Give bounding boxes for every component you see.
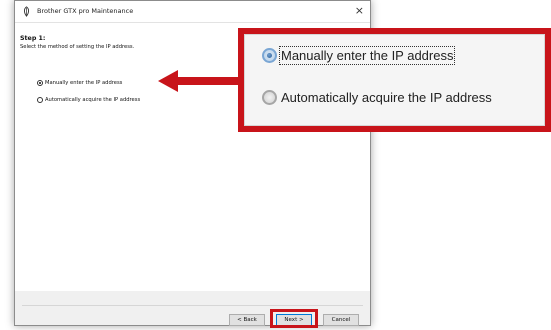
- window-title: Brother GTX pro Maintenance: [37, 7, 134, 15]
- option-automatic-label: Automatically acquire the IP address: [45, 97, 141, 103]
- zoom-callout: Manually enter the IP address Automatica…: [238, 28, 551, 132]
- cancel-button[interactable]: Cancel: [323, 314, 359, 326]
- option-manual-label: Manually enter the IP address: [45, 80, 123, 86]
- back-button[interactable]: < Back: [229, 314, 265, 326]
- option-automatic[interactable]: Automatically acquire the IP address: [37, 97, 140, 103]
- close-button[interactable]: ×: [355, 4, 364, 18]
- callout-option-manual-label: Manually enter the IP address: [278, 46, 456, 65]
- option-manual[interactable]: Manually enter the IP address: [37, 80, 122, 86]
- callout-radio-automatic[interactable]: [262, 90, 277, 105]
- callout-radio-manual[interactable]: [262, 48, 277, 63]
- instruction-text: Select the method of setting the IP addr…: [20, 44, 135, 50]
- radio-manual[interactable]: [37, 80, 43, 86]
- zoom-callout-inner: Manually enter the IP address Automatica…: [244, 34, 545, 126]
- pointer-arrow-icon: [158, 70, 242, 92]
- next-button-highlight: [270, 309, 318, 328]
- step-label: Step 1:: [20, 35, 46, 42]
- button-separator: [22, 305, 363, 306]
- callout-option-automatic-label: Automatically acquire the IP address: [281, 90, 492, 105]
- radio-automatic[interactable]: [37, 97, 43, 103]
- brother-feather-icon: [23, 6, 30, 17]
- callout-option-manual[interactable]: Manually enter the IP address: [262, 46, 456, 65]
- callout-option-automatic[interactable]: Automatically acquire the IP address: [262, 90, 492, 105]
- title-bar: Brother GTX pro Maintenance ×: [15, 1, 370, 23]
